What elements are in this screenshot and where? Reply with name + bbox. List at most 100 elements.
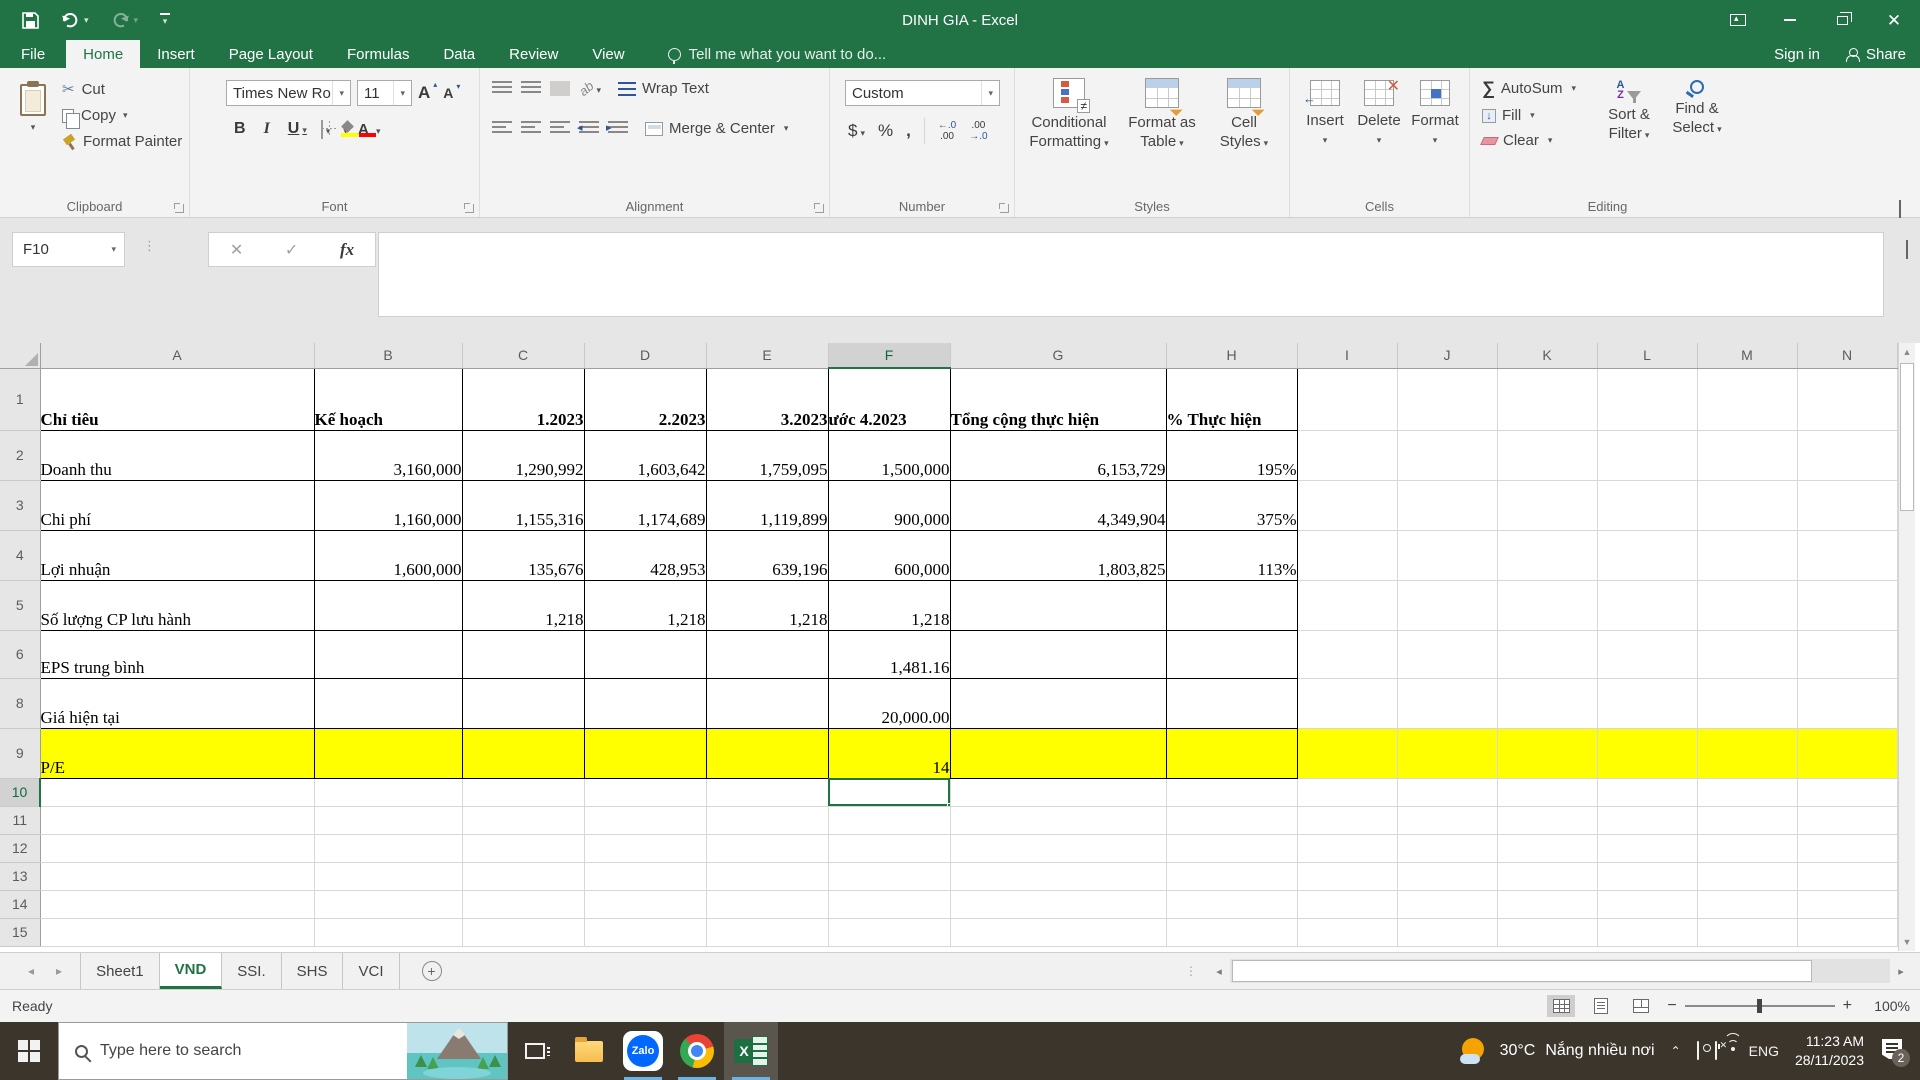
row-header-14[interactable]: 14: [0, 890, 41, 919]
ribbon-display-options-button[interactable]: [1712, 0, 1764, 40]
cell-N6[interactable]: [1797, 630, 1898, 679]
orientation-button[interactable]: ab: [576, 78, 601, 99]
cell-A5[interactable]: Số lượng CP lưu hành: [39, 580, 315, 631]
cell-F4[interactable]: 600,000: [828, 530, 951, 581]
row-header-3[interactable]: 3: [0, 480, 41, 531]
cell-C2[interactable]: 1,290,992: [462, 430, 585, 481]
cell-E5[interactable]: 1,218: [706, 580, 829, 631]
cell-H5[interactable]: [1166, 580, 1298, 631]
cell-F1[interactable]: ước 4.2023: [828, 367, 951, 431]
column-header-E[interactable]: E: [706, 343, 829, 369]
cell-J9[interactable]: [1397, 728, 1498, 779]
cell-G12[interactable]: [950, 834, 1167, 863]
copy-button[interactable]: Copy ▾: [62, 107, 182, 129]
cell-E10[interactable]: [706, 778, 829, 807]
cell-I2[interactable]: [1297, 430, 1398, 481]
cell-L12[interactable]: [1597, 834, 1698, 863]
cell-K5[interactable]: [1497, 580, 1598, 631]
show-hidden-icons-button[interactable]: ⌃: [1671, 1044, 1681, 1058]
cell-B9[interactable]: [314, 728, 463, 779]
column-header-C[interactable]: C: [462, 343, 585, 369]
cell-M10[interactable]: [1697, 778, 1798, 807]
sheet-tab-shs[interactable]: SHS: [282, 953, 344, 989]
cell-L2[interactable]: [1597, 430, 1698, 481]
cell-I8[interactable]: [1297, 678, 1398, 729]
clipboard-dialog-launcher[interactable]: [175, 204, 184, 213]
align-right-button[interactable]: [550, 121, 570, 136]
normal-view-button[interactable]: [1547, 995, 1576, 1017]
cell-B1[interactable]: Kế hoạch: [314, 367, 463, 431]
cell-H15[interactable]: [1166, 918, 1298, 947]
chevron-down-icon[interactable]: ▾: [84, 15, 89, 26]
cell-A12[interactable]: [40, 834, 315, 863]
zoom-in-button[interactable]: +: [1843, 997, 1852, 1015]
cell-H10[interactable]: [1166, 778, 1298, 807]
cell-I9[interactable]: [1297, 728, 1398, 779]
tab-view[interactable]: View: [575, 40, 641, 68]
cell-I15[interactable]: [1297, 918, 1398, 947]
cell-G13[interactable]: [950, 862, 1167, 891]
cell-I3[interactable]: [1297, 480, 1398, 531]
cell-F2[interactable]: 1,500,000: [828, 430, 951, 481]
number-format-select[interactable]: Custom ▾: [845, 80, 1000, 106]
format-as-table-button[interactable]: Format as Table: [1119, 78, 1205, 153]
name-box[interactable]: F10 ▾: [12, 232, 125, 267]
column-header-F[interactable]: F: [828, 343, 951, 369]
cell-F3[interactable]: 900,000: [828, 480, 951, 531]
cell-M6[interactable]: [1697, 630, 1798, 679]
zoom-out-button[interactable]: −: [1667, 997, 1676, 1015]
align-top-button[interactable]: [492, 81, 512, 96]
row-header-6[interactable]: 6: [0, 630, 41, 679]
increase-font-size-button[interactable]: A: [418, 80, 438, 103]
cell-L10[interactable]: [1597, 778, 1698, 807]
tab-formulas[interactable]: Formulas: [330, 40, 427, 68]
horizontal-scroll-track[interactable]: [1230, 959, 1890, 983]
underline-button[interactable]: U: [284, 120, 311, 138]
task-view-button[interactable]: [508, 1022, 562, 1080]
alignment-dialog-launcher[interactable]: [815, 204, 824, 213]
cell-B10[interactable]: [314, 778, 463, 807]
battery-tray-button[interactable]: [1714, 1041, 1717, 1060]
cell-B12[interactable]: [314, 834, 463, 863]
customize-quick-access-button[interactable]: ▾: [160, 13, 171, 27]
scroll-up-arrow[interactable]: ▲: [1899, 343, 1915, 361]
cell-M3[interactable]: [1697, 480, 1798, 531]
sheet-tab-sheet1[interactable]: Sheet1: [80, 953, 160, 989]
autosum-button[interactable]: ∑ AutoSum: [1482, 78, 1576, 99]
cell-C4[interactable]: 135,676: [462, 530, 585, 581]
cell-K11[interactable]: [1497, 806, 1598, 835]
cell-G9[interactable]: [950, 728, 1167, 779]
align-center-button[interactable]: [521, 121, 541, 136]
file-explorer-button[interactable]: [562, 1022, 616, 1080]
cell-I5[interactable]: [1297, 580, 1398, 631]
cell-A3[interactable]: Chi phí: [39, 480, 315, 531]
cell-K10[interactable]: [1497, 778, 1598, 807]
increase-indent-button[interactable]: [606, 121, 628, 136]
italic-button[interactable]: I: [260, 120, 274, 138]
cell-K2[interactable]: [1497, 430, 1598, 481]
cell-H6[interactable]: [1166, 630, 1298, 679]
cell-G8[interactable]: [950, 678, 1167, 729]
tab-split-handle[interactable]: ⋮: [1185, 964, 1198, 978]
cell-N3[interactable]: [1797, 480, 1898, 531]
row-header-10[interactable]: 10: [0, 778, 41, 807]
row-header-13[interactable]: 13: [0, 862, 41, 891]
cell-K8[interactable]: [1497, 678, 1598, 729]
column-header-A[interactable]: A: [40, 343, 315, 369]
cell-H11[interactable]: [1166, 806, 1298, 835]
horizontal-scrollbar[interactable]: ⋮ ◂ ▸: [1185, 958, 1912, 984]
cell-M14[interactable]: [1697, 890, 1798, 919]
tab-page-layout[interactable]: Page Layout: [212, 40, 330, 68]
clear-button[interactable]: Clear: [1480, 132, 1576, 149]
cell-E1[interactable]: 3.2023: [706, 367, 829, 431]
cell-L11[interactable]: [1597, 806, 1698, 835]
decrease-font-size-button[interactable]: A: [443, 82, 460, 101]
format-cells-button[interactable]: Format ▾: [1408, 80, 1462, 150]
fill-color-button[interactable]: [340, 121, 359, 138]
cell-C15[interactable]: [462, 918, 585, 947]
cell-L13[interactable]: [1597, 862, 1698, 891]
cell-L4[interactable]: [1597, 530, 1698, 581]
font-color-button[interactable]: A: [358, 121, 381, 138]
cell-J11[interactable]: [1397, 806, 1498, 835]
percent-style-button[interactable]: %: [878, 121, 893, 141]
